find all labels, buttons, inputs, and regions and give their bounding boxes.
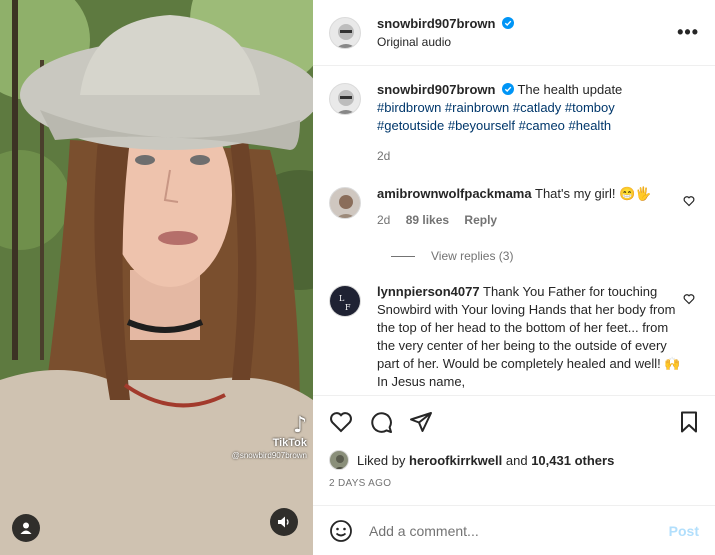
commenter-username[interactable]: amibrownwolfpackmama bbox=[377, 186, 532, 201]
comment-composer: Post bbox=[313, 505, 715, 555]
more-options-button[interactable]: ••• bbox=[677, 22, 699, 43]
comment-text: Thank You Father for touching Snowbird w… bbox=[377, 284, 681, 389]
caption-username[interactable]: snowbird907brown bbox=[377, 82, 495, 97]
likes-summary: Liked by heroofkirrkwell and 10,431 othe… bbox=[329, 450, 701, 470]
comment-likes[interactable]: 89 likes bbox=[406, 213, 449, 227]
comment-input[interactable] bbox=[369, 522, 669, 539]
post-media[interactable]: ♪ TikTok @snowbird907brown bbox=[0, 0, 313, 555]
share-icon[interactable] bbox=[409, 410, 433, 434]
author-avatar[interactable] bbox=[329, 16, 361, 49]
commenter-username[interactable]: lynnpierson4077 bbox=[377, 284, 480, 299]
view-replies-label: View replies (3) bbox=[431, 249, 514, 263]
liked-by-label: Liked by bbox=[357, 452, 406, 468]
author-username[interactable]: snowbird907brown bbox=[377, 16, 495, 31]
comment-icon[interactable] bbox=[369, 410, 393, 434]
liker-avatar[interactable] bbox=[329, 450, 349, 470]
caption-avatar[interactable] bbox=[329, 83, 361, 115]
speaker-icon bbox=[278, 516, 289, 528]
comments-list[interactable]: snowbird907brown The health update #bird… bbox=[313, 67, 715, 395]
comment-time: 2d bbox=[377, 213, 391, 227]
emoji-icon[interactable] bbox=[329, 519, 353, 543]
video-frame bbox=[0, 0, 313, 555]
audio-link[interactable]: Original audio bbox=[377, 35, 677, 49]
like-comment-heart-icon[interactable] bbox=[683, 195, 695, 207]
caption-text: The health update bbox=[517, 82, 623, 97]
likes-and: and bbox=[505, 452, 528, 468]
caption: snowbird907brown The health update #bird… bbox=[329, 81, 699, 165]
save-bookmark-icon[interactable] bbox=[677, 410, 701, 434]
commenter-avatar[interactable]: LF bbox=[329, 285, 361, 317]
liked-by-user[interactable]: heroofkirrkwell bbox=[409, 453, 502, 468]
post-header: snowbird907brown Original audio ••• bbox=[313, 0, 715, 66]
comment: amibrownwolfpackmama That's my girl! 😁🖐️… bbox=[329, 185, 699, 229]
comment: LF lynnpierson4077 Thank You Father for … bbox=[329, 283, 699, 391]
tiktok-handle: @snowbird907brown bbox=[231, 451, 307, 460]
verified-badge-icon bbox=[502, 83, 515, 95]
post-details-pane: snowbird907brown Original audio ••• snow… bbox=[313, 0, 715, 555]
tiktok-brand-label: TikTok bbox=[272, 437, 307, 449]
post-date[interactable]: 2 DAYS AGO bbox=[329, 478, 701, 489]
post-actions: Liked by heroofkirrkwell and 10,431 othe… bbox=[313, 395, 715, 489]
like-heart-icon[interactable] bbox=[329, 410, 353, 434]
caption-hashtags[interactable]: #birdbrown #rainbrown #catlady #tomboy #… bbox=[377, 99, 681, 135]
commenter-avatar[interactable] bbox=[329, 187, 361, 219]
verified-badge-icon bbox=[502, 17, 515, 29]
caption-time: 2d bbox=[377, 149, 391, 163]
like-comment-heart-icon[interactable] bbox=[683, 293, 695, 305]
post-comment-button[interactable]: Post bbox=[669, 523, 699, 539]
likes-others[interactable]: 10,431 others bbox=[531, 453, 614, 468]
tiktok-logo-icon: ♪ bbox=[292, 413, 307, 438]
person-icon bbox=[20, 522, 32, 534]
view-replies-button[interactable]: View replies (3) bbox=[391, 249, 699, 263]
comment-text: That's my girl! 😁🖐️ bbox=[535, 186, 652, 201]
svg-text:F: F bbox=[345, 303, 351, 312]
audio-toggle-button[interactable] bbox=[270, 508, 298, 536]
svg-text:L: L bbox=[339, 294, 345, 303]
tiktok-watermark: ♪ TikTok @snowbird907brown bbox=[211, 413, 307, 461]
reply-button[interactable]: Reply bbox=[464, 213, 497, 227]
user-tags-button[interactable] bbox=[12, 514, 40, 542]
